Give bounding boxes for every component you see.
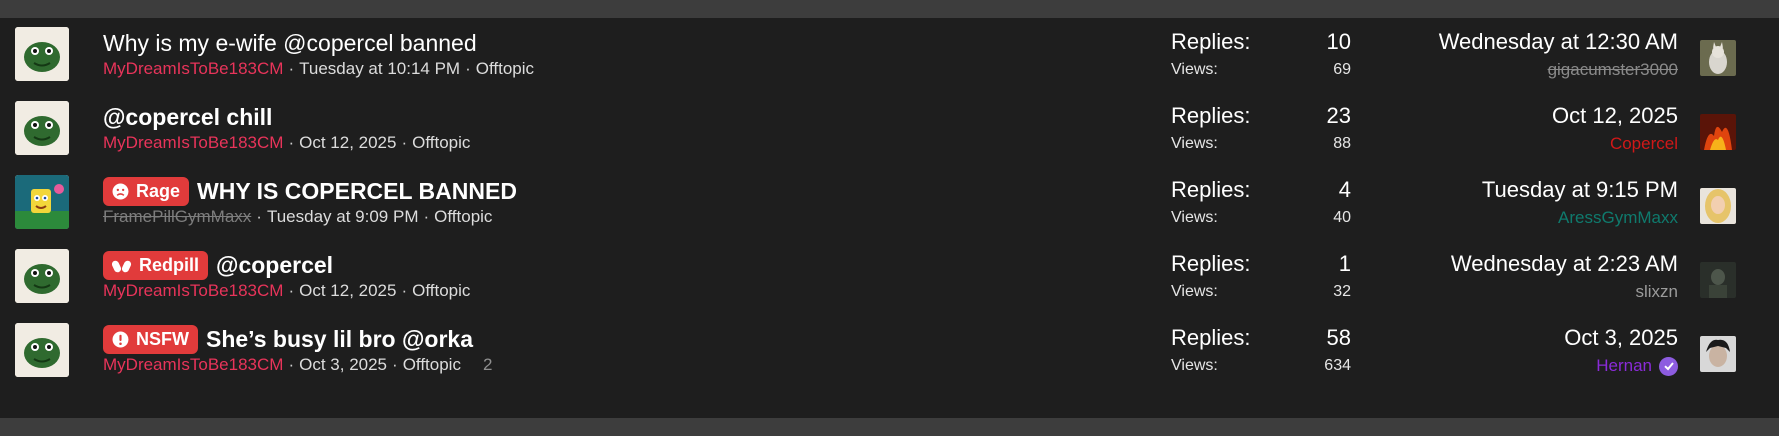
bottom-divider-band bbox=[0, 418, 1779, 436]
meta-separator: · bbox=[423, 207, 430, 226]
thread-title[interactable]: @copercel chill bbox=[103, 104, 272, 131]
thread-forum[interactable]: Offtopic bbox=[403, 355, 461, 375]
thread-date[interactable]: Oct 12, 2025 bbox=[299, 133, 396, 153]
thread-title[interactable]: Why is my e-wife @copercel banned bbox=[103, 30, 477, 57]
last-post-user[interactable]: Hernan bbox=[1596, 353, 1652, 379]
thread-row[interactable]: Redpill @copercel MyDreamIsToBe183CM · O… bbox=[0, 240, 1779, 314]
green-blob-avatar-icon[interactable] bbox=[15, 323, 69, 377]
meta-separator: · bbox=[401, 281, 408, 300]
thread-forum[interactable]: Offtopic bbox=[412, 281, 470, 301]
thread-title[interactable]: WHY IS COPERCEL BANNED bbox=[197, 178, 517, 205]
meta-separator: · bbox=[288, 133, 295, 152]
last-post-info: Wednesday at 12:30 AM gigacumster3000 bbox=[1318, 27, 1678, 83]
thread-date[interactable]: Oct 3, 2025 bbox=[299, 355, 387, 375]
top-divider-band bbox=[0, 0, 1779, 18]
last-post-date[interactable]: Tuesday at 9:15 PM bbox=[1318, 175, 1678, 205]
last-post-date[interactable]: Wednesday at 2:23 AM bbox=[1318, 249, 1678, 279]
blonde-person-avatar-icon[interactable] bbox=[1700, 188, 1736, 224]
green-blob-avatar-icon[interactable] bbox=[15, 101, 69, 155]
last-post-info: Tuesday at 9:15 PM AressGymMaxx bbox=[1318, 175, 1678, 231]
white-cat-avatar-icon[interactable] bbox=[1700, 40, 1736, 76]
angry-face-icon bbox=[112, 183, 129, 200]
thread-date[interactable]: Tuesday at 10:14 PM bbox=[299, 59, 460, 79]
replies-label: Replies: bbox=[1171, 251, 1251, 276]
prefix-label-redpill[interactable]: Redpill bbox=[103, 250, 209, 280]
last-post-user[interactable]: slixzn bbox=[1635, 279, 1678, 305]
meta-separator: · bbox=[256, 207, 262, 226]
views-label: Views: bbox=[1171, 61, 1218, 78]
last-post-info: Oct 3, 2025 Hernan bbox=[1318, 323, 1678, 379]
meta-separator: · bbox=[401, 133, 408, 152]
green-blob-avatar-icon[interactable] bbox=[15, 27, 69, 81]
prefix-label-rage[interactable]: Rage bbox=[103, 176, 190, 206]
meta-separator: · bbox=[392, 355, 398, 374]
cartoon-sponge-avatar-icon[interactable] bbox=[15, 175, 69, 229]
exclamation-icon bbox=[112, 331, 129, 348]
replies-label: Replies: bbox=[1171, 325, 1251, 350]
meta-separator: · bbox=[465, 59, 471, 78]
meta-separator: · bbox=[288, 281, 295, 300]
thread-forum[interactable]: Offtopic bbox=[434, 207, 492, 227]
thread-author[interactable]: MyDreamIsToBe183CM bbox=[103, 281, 283, 301]
last-post-date[interactable]: Oct 12, 2025 bbox=[1318, 101, 1678, 131]
views-label: Views: bbox=[1171, 283, 1218, 300]
thread-row[interactable]: @copercel chill MyDreamIsToBe183CM · Oct… bbox=[0, 92, 1779, 166]
replies-label: Replies: bbox=[1171, 177, 1251, 202]
thread-row[interactable]: Why is my e-wife @copercel banned MyDrea… bbox=[0, 18, 1779, 92]
last-post-date[interactable]: Wednesday at 12:30 AM bbox=[1318, 27, 1678, 57]
dark-figure-avatar-icon[interactable] bbox=[1700, 262, 1736, 298]
thread-forum[interactable]: Offtopic bbox=[412, 133, 470, 153]
views-label: Views: bbox=[1171, 357, 1218, 374]
thread-forum[interactable]: Offtopic bbox=[476, 59, 534, 79]
thread-author[interactable]: MyDreamIsToBe183CM bbox=[103, 59, 283, 79]
thread-title[interactable]: @copercel bbox=[216, 252, 333, 279]
green-blob-avatar-icon[interactable] bbox=[15, 249, 69, 303]
pills-icon bbox=[112, 257, 132, 274]
prefix-label-text: Redpill bbox=[139, 254, 200, 275]
last-post-user[interactable]: gigacumster3000 bbox=[1548, 57, 1678, 83]
thread-list: Why is my e-wife @copercel banned MyDrea… bbox=[0, 18, 1779, 388]
meta-separator: · bbox=[288, 355, 295, 374]
thread-author[interactable]: MyDreamIsToBe183CM bbox=[103, 355, 283, 375]
last-post-info: Oct 12, 2025 Copercel bbox=[1318, 101, 1678, 157]
page-link[interactable]: 2 bbox=[483, 355, 492, 375]
last-post-user[interactable]: AressGymMaxx bbox=[1558, 205, 1678, 231]
thread-author[interactable]: FramePillGymMaxx bbox=[103, 207, 251, 227]
thread-row[interactable]: Rage WHY IS COPERCEL BANNED FramePillGym… bbox=[0, 166, 1779, 240]
thread-title[interactable]: She’s busy lil bro @orka bbox=[206, 326, 473, 353]
views-label: Views: bbox=[1171, 135, 1218, 152]
thread-author[interactable]: MyDreamIsToBe183CM bbox=[103, 133, 283, 153]
thread-row[interactable]: NSFW She’s busy lil bro @orka MyDreamIsT… bbox=[0, 314, 1779, 388]
prefix-label-text: Rage bbox=[136, 180, 181, 201]
verified-check-icon bbox=[1659, 356, 1678, 376]
last-post-user[interactable]: Copercel bbox=[1610, 131, 1678, 157]
meta-separator: · bbox=[288, 59, 295, 78]
prefix-label-text: NSFW bbox=[136, 328, 189, 349]
views-label: Views: bbox=[1171, 209, 1218, 226]
fire-avatar-icon[interactable] bbox=[1700, 114, 1736, 150]
replies-label: Replies: bbox=[1171, 103, 1251, 128]
thread-date[interactable]: Oct 12, 2025 bbox=[299, 281, 396, 301]
replies-label: Replies: bbox=[1171, 29, 1251, 54]
dark-hair-face-avatar-icon[interactable] bbox=[1700, 336, 1736, 372]
thread-date[interactable]: Tuesday at 9:09 PM bbox=[267, 207, 419, 227]
last-post-info: Wednesday at 2:23 AM slixzn bbox=[1318, 249, 1678, 305]
prefix-label-nsfw[interactable]: NSFW bbox=[103, 324, 198, 354]
last-post-date[interactable]: Oct 3, 2025 bbox=[1318, 323, 1678, 353]
